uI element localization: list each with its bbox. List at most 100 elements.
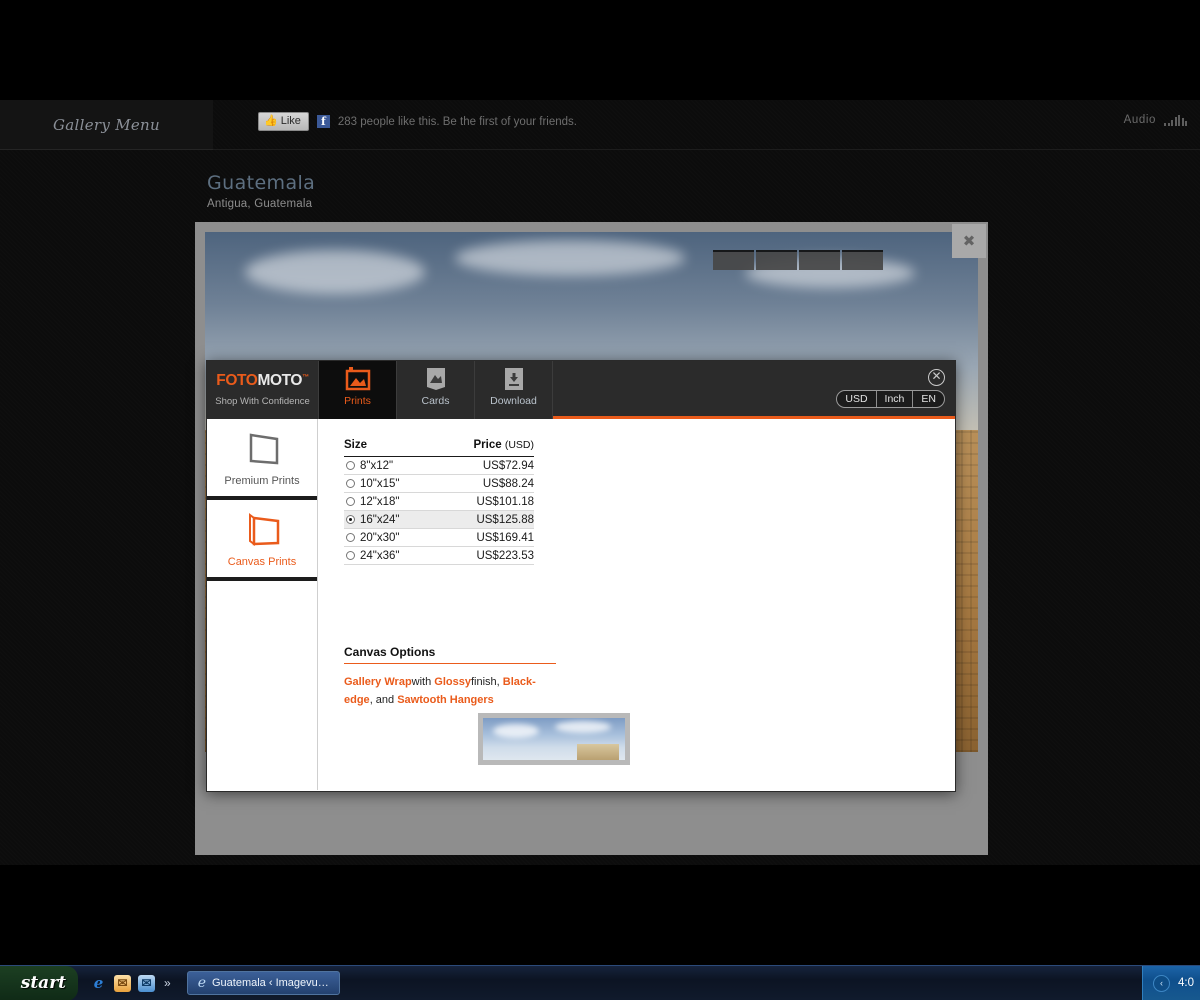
gallery-menu-button[interactable]: Gallery Menu bbox=[0, 100, 213, 150]
units-option[interactable]: Inch bbox=[875, 391, 913, 407]
mail-quicklaunch-icon[interactable]: ✉ bbox=[114, 974, 131, 992]
fotomoto-sidebar: Premium Prints Canvas Prints bbox=[207, 419, 318, 790]
price-value: US$72.94 bbox=[434, 456, 534, 475]
price-table-header: Size Price (USD) bbox=[344, 439, 534, 457]
option-gallery-wrap[interactable]: Gallery Wrap bbox=[344, 676, 412, 688]
table-row[interactable]: 24"x36" US$223.53 bbox=[344, 546, 534, 565]
language-option[interactable]: EN bbox=[912, 391, 944, 407]
screen: Gallery Menu 👍 Like f 283 people like th… bbox=[0, 0, 1200, 1000]
ie-icon: e bbox=[197, 975, 206, 991]
size-label: 20"x30" bbox=[360, 531, 400, 544]
table-row[interactable]: 10"x15" US$88.24 bbox=[344, 474, 534, 493]
sidebar-item-canvas-prints-label: Canvas Prints bbox=[227, 555, 297, 568]
fotomoto-tagline: Shop With Confidence bbox=[215, 395, 310, 407]
page-title: Guatemala bbox=[207, 172, 316, 194]
column-price: Price (USD) bbox=[434, 439, 534, 457]
text-finish: finish, bbox=[470, 676, 500, 688]
tab-download-label: Download bbox=[490, 395, 537, 407]
start-button[interactable]: start bbox=[0, 965, 78, 1000]
price-value: US$223.53 bbox=[434, 546, 534, 565]
website-viewport: Gallery Menu 👍 Like f 283 people like th… bbox=[0, 100, 1200, 865]
column-price-unit: (USD) bbox=[504, 439, 534, 451]
fotomoto-brand: FOTOMOTO™ Shop With Confidence bbox=[207, 361, 319, 419]
column-price-text: Price bbox=[473, 439, 502, 451]
photo-toolbar[interactable] bbox=[713, 250, 883, 270]
preview-image bbox=[483, 718, 625, 760]
option-glossy[interactable]: Glossy bbox=[434, 676, 471, 688]
size-label: 8"x12" bbox=[360, 459, 394, 472]
table-row[interactable]: 12"x18" US$101.18 bbox=[344, 492, 534, 511]
facebook-like-bar: 👍 Like f 283 people like this. Be the fi… bbox=[258, 112, 577, 131]
taskbar-clock[interactable]: 4:0 bbox=[1178, 977, 1194, 989]
logo-foto: FOTO bbox=[216, 372, 258, 390]
tab-prints-label: Prints bbox=[344, 395, 371, 407]
thumbs-up-icon: 👍 bbox=[264, 114, 278, 127]
size-radio[interactable] bbox=[346, 460, 355, 470]
equalizer-icon bbox=[1164, 115, 1187, 126]
sidebar-item-canvas-prints[interactable]: Canvas Prints bbox=[207, 500, 317, 581]
photo-tool-2[interactable] bbox=[756, 250, 797, 270]
viewer-close-icon[interactable]: ✖ bbox=[952, 224, 986, 258]
photo-tool-4[interactable] bbox=[842, 250, 883, 270]
audio-label: Audio bbox=[1123, 114, 1156, 126]
ie-quicklaunch-icon[interactable]: e bbox=[90, 974, 107, 992]
fotomoto-header: FOTOMOTO™ Shop With Confidence Prints Ca… bbox=[207, 361, 955, 419]
page-subtitle: Antigua, Guatemala bbox=[207, 198, 313, 210]
price-value: US$169.41 bbox=[434, 528, 534, 547]
size-label: 16"x24" bbox=[360, 513, 400, 526]
size-radio[interactable] bbox=[346, 532, 355, 542]
tab-cards-label: Cards bbox=[421, 395, 450, 407]
greeting-card-icon bbox=[426, 368, 445, 390]
photo-tool-1[interactable] bbox=[713, 250, 754, 270]
price-value: US$101.18 bbox=[434, 492, 534, 511]
fotomoto-main-panel: Size Price (USD) 8"x12" US$72.94 10"x15" bbox=[318, 419, 955, 790]
size-radio[interactable] bbox=[346, 496, 355, 506]
size-label: 24"x36" bbox=[360, 549, 400, 562]
table-row[interactable]: 20"x30" US$169.41 bbox=[344, 528, 534, 547]
price-value: US$88.24 bbox=[434, 474, 534, 493]
currency-option[interactable]: USD bbox=[837, 391, 875, 407]
gallery-menu-label: Gallery Menu bbox=[53, 115, 160, 134]
fotomoto-logo: FOTOMOTO™ bbox=[216, 372, 309, 390]
table-row-selected[interactable]: 16"x24" US$125.88 bbox=[344, 510, 534, 529]
product-preview bbox=[478, 713, 630, 765]
canvas-options-heading: Canvas Options bbox=[344, 645, 556, 664]
fotomoto-body: Premium Prints Canvas Prints Size Price … bbox=[207, 419, 955, 790]
table-row[interactable]: 8"x12" US$72.94 bbox=[344, 456, 534, 475]
site-top-bar: 👍 Like f 283 people like this. Be the fi… bbox=[213, 100, 1200, 150]
facebook-like-button[interactable]: 👍 Like bbox=[258, 112, 309, 131]
size-label: 12"x18" bbox=[360, 495, 400, 508]
size-label: 10"x15" bbox=[360, 477, 400, 490]
preview-building bbox=[577, 744, 619, 760]
column-size: Size bbox=[344, 439, 435, 457]
system-tray: ‹ 4:0 bbox=[1142, 965, 1200, 1000]
tray-expand-icon[interactable]: ‹ bbox=[1153, 974, 1170, 992]
photo-tool-3[interactable] bbox=[799, 250, 840, 270]
sidebar-item-premium-prints-label: Premium Prints bbox=[224, 474, 300, 487]
quick-launch-overflow-icon[interactable]: » bbox=[164, 976, 171, 990]
sidebar-item-premium-prints[interactable]: Premium Prints bbox=[207, 419, 317, 500]
text-with: with bbox=[411, 676, 435, 688]
fotomoto-modal: FOTOMOTO™ Shop With Confidence Prints Ca… bbox=[206, 360, 956, 792]
size-radio-selected[interactable] bbox=[346, 514, 355, 524]
outlook-quicklaunch-icon[interactable]: ✉ bbox=[138, 974, 155, 992]
tab-download[interactable]: Download bbox=[475, 361, 553, 419]
tab-prints[interactable]: Prints bbox=[319, 361, 397, 419]
facebook-social-text: 283 people like this. Be the first of yo… bbox=[337, 115, 577, 128]
windows-taskbar: start e ✉ ✉ » e Guatemala ‹ Imagevu… ‹ 4… bbox=[0, 965, 1200, 1000]
taskbar-window-label: Guatemala ‹ Imagevu… bbox=[211, 977, 329, 989]
size-radio[interactable] bbox=[346, 550, 355, 560]
audio-control[interactable]: Audio bbox=[1124, 114, 1187, 126]
start-label: start bbox=[20, 973, 66, 993]
tab-cards[interactable]: Cards bbox=[397, 361, 475, 419]
facebook-icon: f bbox=[316, 115, 330, 128]
logo-moto: MOTO bbox=[257, 372, 303, 390]
canvas-options-text: Gallery Wrapwith Glossyfinish, Black-edg… bbox=[344, 673, 556, 709]
size-radio[interactable] bbox=[346, 478, 355, 488]
price-value: US$125.88 bbox=[434, 510, 534, 529]
canvas-options-section: Canvas Options Gallery Wrapwith Glossyfi… bbox=[344, 645, 556, 709]
option-sawtooth-hangers[interactable]: Sawtooth Hangers bbox=[397, 694, 494, 706]
close-circle-icon[interactable]: ✕ bbox=[928, 369, 945, 386]
taskbar-window-button[interactable]: e Guatemala ‹ Imagevu… bbox=[186, 971, 340, 995]
text-and: , and bbox=[369, 694, 398, 706]
